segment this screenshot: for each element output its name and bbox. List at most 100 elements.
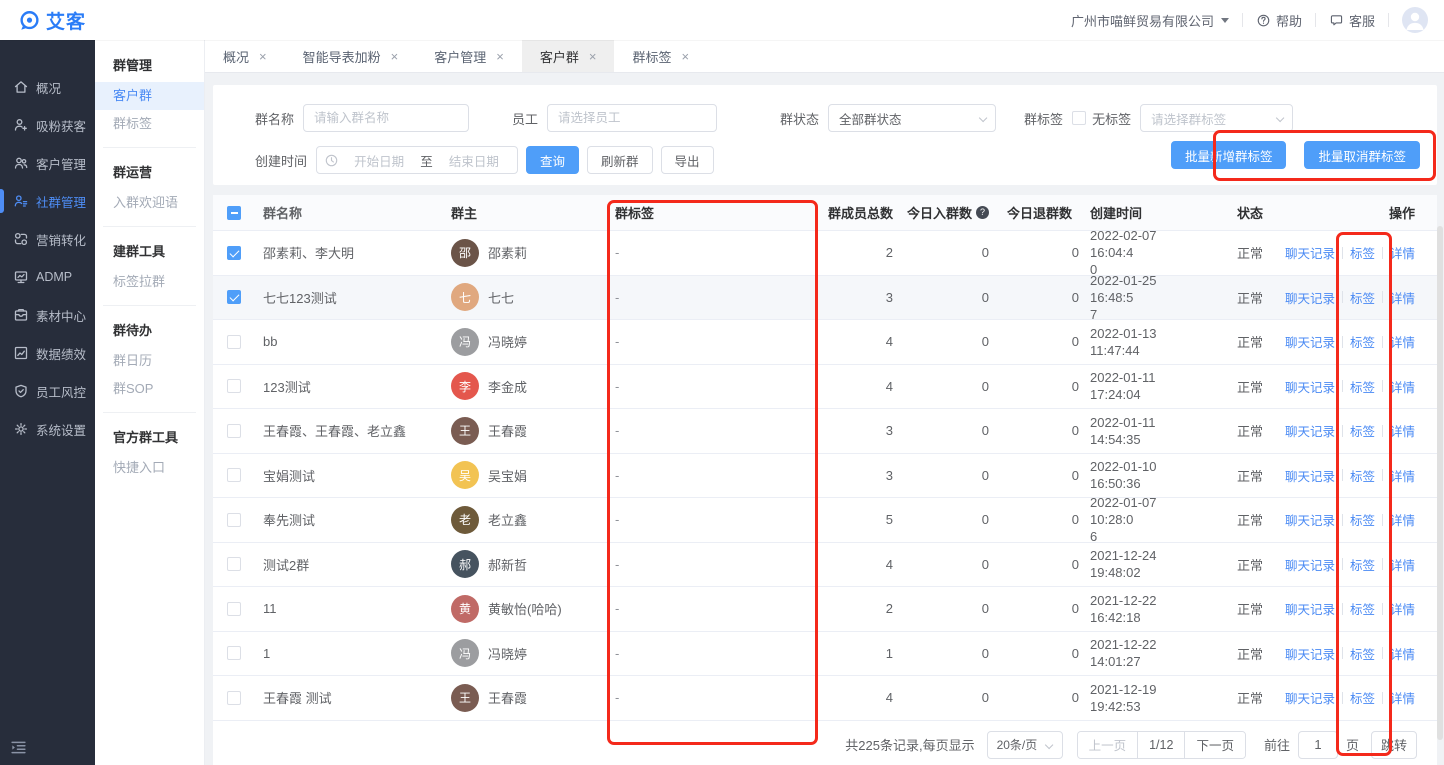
tag-link[interactable]: 标签 bbox=[1350, 243, 1375, 262]
next-page-button[interactable]: 下一页 bbox=[1185, 732, 1245, 758]
sidebar-item-materials[interactable]: 素材中心 bbox=[0, 296, 95, 334]
close-icon[interactable] bbox=[496, 50, 504, 63]
chat-record-link[interactable]: 聊天记录 bbox=[1285, 288, 1335, 307]
sidebar-item-performance[interactable]: 数据绩效 bbox=[0, 334, 95, 372]
goto-page-input[interactable] bbox=[1298, 731, 1338, 759]
detail-link[interactable]: 详情 bbox=[1390, 288, 1415, 307]
chat-record-link[interactable]: 聊天记录 bbox=[1285, 332, 1335, 351]
tag-link[interactable]: 标签 bbox=[1350, 644, 1375, 663]
tag-link[interactable]: 标签 bbox=[1350, 688, 1375, 707]
sidebar-item-risk-control[interactable]: 员工风控 bbox=[0, 372, 95, 410]
row-checkbox[interactable] bbox=[227, 424, 241, 438]
no-tag-label: 无标签 bbox=[1092, 109, 1131, 128]
date-range-picker[interactable]: 开始日期 至 结束日期 bbox=[316, 146, 518, 174]
submenu-item-group-calendar[interactable]: 群日历 bbox=[95, 347, 204, 375]
export-button[interactable]: 导出 bbox=[661, 146, 714, 174]
row-checkbox[interactable] bbox=[227, 379, 241, 393]
chat-record-link[interactable]: 聊天记录 bbox=[1285, 421, 1335, 440]
sidebar-item-overview[interactable]: 概况 bbox=[0, 68, 95, 106]
chat-record-link[interactable]: 聊天记录 bbox=[1285, 510, 1335, 529]
tab-customer-management[interactable]: 客户管理 bbox=[416, 40, 522, 72]
close-icon[interactable] bbox=[681, 50, 689, 63]
no-tag-checkbox[interactable] bbox=[1072, 111, 1086, 125]
submenu-item-tag-group-building[interactable]: 标签拉群 bbox=[95, 268, 204, 296]
detail-link[interactable]: 详情 bbox=[1390, 688, 1415, 707]
tab-customer-groups[interactable]: 客户群 bbox=[522, 40, 615, 72]
row-checkbox[interactable] bbox=[227, 602, 241, 616]
scrollbar[interactable] bbox=[1437, 226, 1443, 740]
row-checkbox[interactable] bbox=[227, 691, 241, 705]
detail-link[interactable]: 详情 bbox=[1390, 644, 1415, 663]
chat-record-link[interactable]: 聊天记录 bbox=[1285, 599, 1335, 618]
sidebar-item-admp[interactable]: ADMP bbox=[0, 258, 95, 296]
sidebar-item-marketing[interactable]: 营销转化 bbox=[0, 220, 95, 258]
chat-record-link[interactable]: 聊天记录 bbox=[1285, 377, 1335, 396]
member-count: 3 bbox=[819, 409, 901, 453]
tab-group-tags[interactable]: 群标签 bbox=[614, 40, 707, 72]
tag-link[interactable]: 标签 bbox=[1350, 555, 1375, 574]
tab-overview[interactable]: 概况 bbox=[205, 40, 285, 72]
search-button[interactable]: 查询 bbox=[526, 146, 579, 174]
close-icon[interactable] bbox=[391, 50, 399, 63]
submenu-item-group-sop[interactable]: 群SOP bbox=[95, 375, 204, 403]
detail-link[interactable]: 详情 bbox=[1390, 377, 1415, 396]
chat-record-link[interactable]: 聊天记录 bbox=[1285, 466, 1335, 485]
detail-link[interactable]: 详情 bbox=[1390, 243, 1415, 262]
chat-record-link[interactable]: 聊天记录 bbox=[1285, 644, 1335, 663]
tag-link[interactable]: 标签 bbox=[1350, 421, 1375, 440]
tag-link[interactable]: 标签 bbox=[1350, 510, 1375, 529]
detail-link[interactable]: 详情 bbox=[1390, 555, 1415, 574]
sidebar-item-community[interactable]: 社群管理 bbox=[0, 182, 95, 220]
submenu-item-welcome-message[interactable]: 入群欢迎语 bbox=[95, 189, 204, 217]
row-checkbox[interactable] bbox=[227, 557, 241, 571]
detail-link[interactable]: 详情 bbox=[1390, 510, 1415, 529]
close-icon[interactable] bbox=[259, 50, 267, 63]
company-switcher[interactable]: 广州市喵鲜贸易有限公司 bbox=[1071, 11, 1229, 30]
sidebar-item-acquisition[interactable]: 吸粉获客 bbox=[0, 106, 95, 144]
select-all-checkbox[interactable] bbox=[227, 206, 241, 220]
user-avatar[interactable] bbox=[1402, 7, 1428, 33]
row-checkbox[interactable] bbox=[227, 646, 241, 660]
detail-link[interactable]: 详情 bbox=[1390, 332, 1415, 351]
customer-service-button[interactable]: 客服 bbox=[1329, 11, 1375, 30]
owner-name: 七七 bbox=[488, 288, 514, 307]
tag-link[interactable]: 标签 bbox=[1350, 332, 1375, 351]
row-checkbox[interactable] bbox=[227, 290, 241, 304]
jump-button[interactable]: 跳转 bbox=[1371, 731, 1417, 759]
help-button[interactable]: 帮助 bbox=[1256, 11, 1302, 30]
refresh-groups-button[interactable]: 刷新群 bbox=[587, 146, 653, 174]
submenu-item-group-tags[interactable]: 群标签 bbox=[95, 110, 204, 138]
chat-record-link[interactable]: 聊天记录 bbox=[1285, 688, 1335, 707]
staff-input[interactable] bbox=[547, 104, 717, 132]
submenu-item-quick-entry[interactable]: 快捷入口 bbox=[95, 454, 204, 482]
batch-remove-tag-button[interactable]: 批量取消群标签 bbox=[1304, 141, 1420, 169]
row-checkbox[interactable] bbox=[227, 335, 241, 349]
detail-link[interactable]: 详情 bbox=[1390, 421, 1415, 440]
row-checkbox[interactable] bbox=[227, 468, 241, 482]
page-size-select[interactable]: 20条/页 bbox=[987, 731, 1063, 759]
collapse-sidebar-icon[interactable] bbox=[10, 739, 27, 759]
chat-record-link[interactable]: 聊天记录 bbox=[1285, 243, 1335, 262]
sidebar-item-customers[interactable]: 客户管理 bbox=[0, 144, 95, 182]
line-chart-icon bbox=[13, 345, 29, 361]
prev-page-button[interactable]: 上一页 bbox=[1078, 732, 1138, 758]
row-checkbox[interactable] bbox=[227, 513, 241, 527]
group-tag-select[interactable]: 请选择群标签 bbox=[1140, 104, 1293, 132]
detail-link[interactable]: 详情 bbox=[1390, 599, 1415, 618]
chat-record-link[interactable]: 聊天记录 bbox=[1285, 555, 1335, 574]
tag-link[interactable]: 标签 bbox=[1350, 599, 1375, 618]
row-checkbox[interactable] bbox=[227, 246, 241, 260]
question-tooltip-icon[interactable] bbox=[976, 206, 989, 219]
tag-link[interactable]: 标签 bbox=[1350, 377, 1375, 396]
batch-add-tag-button[interactable]: 批量新增群标签 bbox=[1171, 141, 1287, 169]
close-icon[interactable] bbox=[589, 50, 597, 63]
tag-link[interactable]: 标签 bbox=[1350, 466, 1375, 485]
divider bbox=[1382, 291, 1383, 303]
tab-smart-import[interactable]: 智能导表加粉 bbox=[285, 40, 417, 72]
group-name-input[interactable] bbox=[303, 104, 469, 132]
detail-link[interactable]: 详情 bbox=[1390, 466, 1415, 485]
tag-link[interactable]: 标签 bbox=[1350, 288, 1375, 307]
group-status-select[interactable]: 全部群状态 bbox=[828, 104, 996, 132]
submenu-item-customer-groups[interactable]: 客户群 bbox=[95, 82, 204, 110]
sidebar-item-settings[interactable]: 系统设置 bbox=[0, 410, 95, 448]
